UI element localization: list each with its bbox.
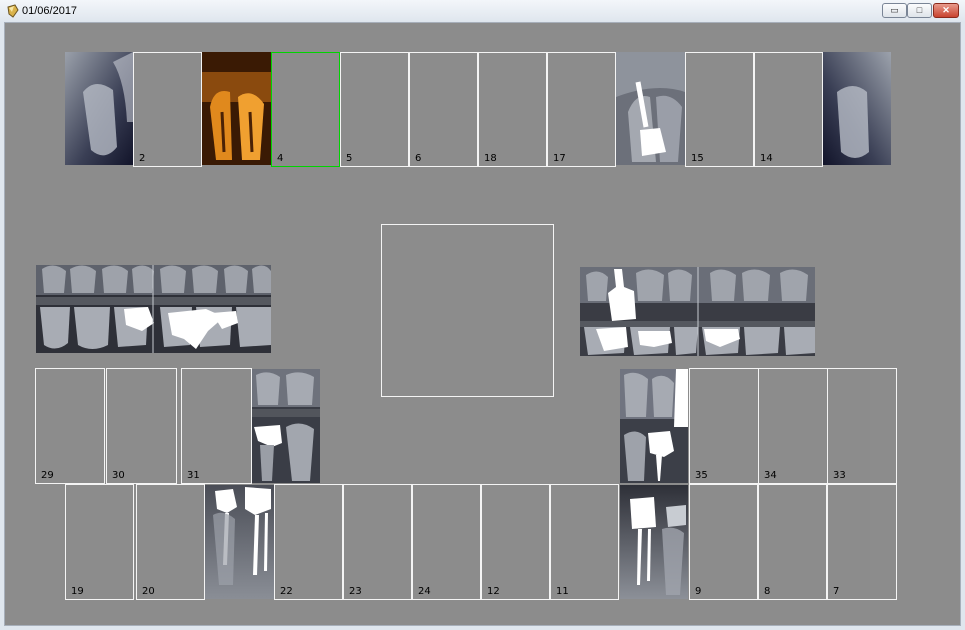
- tooth-slot-20[interactable]: 20: [136, 484, 205, 600]
- tooth-number: 29: [41, 470, 54, 481]
- tooth-number: 4: [277, 153, 284, 164]
- tooth-slot-33[interactable]: 33: [827, 368, 897, 484]
- xray-image-lower-right-molar-rct[interactable]: [205, 485, 274, 599]
- tooth-slot-14[interactable]: 14: [754, 52, 823, 167]
- xray-image-upper-right-molar[interactable]: [65, 52, 133, 165]
- tooth-number: 35: [695, 470, 708, 481]
- tooth-number: 20: [142, 586, 155, 597]
- tooth-number: 23: [349, 586, 362, 597]
- tooth-slot-29[interactable]: 29: [35, 368, 105, 484]
- tooth-number: 31: [187, 470, 200, 481]
- tooth-slot-24[interactable]: 24: [412, 484, 481, 600]
- center-preview-area[interactable]: [381, 224, 554, 397]
- tooth-slot-34[interactable]: 34: [758, 368, 828, 484]
- tooth-number: 9: [695, 586, 702, 597]
- tooth-slot-8[interactable]: 8: [758, 484, 827, 600]
- bitewing-xray-left[interactable]: [36, 265, 271, 353]
- tooth-chart-area: 2 4 5 6 18 17 15 14 29 30 31 35 34 33 19…: [4, 22, 961, 626]
- tooth-slot-23[interactable]: 23: [343, 484, 412, 600]
- tooth-number: 12: [487, 586, 500, 597]
- tooth-slot-19[interactable]: 19: [65, 484, 134, 600]
- tooth-slot-30[interactable]: 30: [106, 368, 177, 484]
- tooth-slot-9[interactable]: 9: [689, 484, 758, 600]
- tooth-slot-4[interactable]: 4: [271, 52, 340, 167]
- tooth-slot-35[interactable]: 35: [689, 368, 759, 484]
- xray-image-colorized[interactable]: [202, 52, 271, 165]
- minimize-button[interactable]: ▭: [882, 3, 907, 18]
- tooth-slot-31[interactable]: 31: [181, 368, 252, 484]
- tooth-number: 22: [280, 586, 293, 597]
- tooth-number: 15: [691, 153, 704, 164]
- tooth-number: 2: [139, 153, 146, 164]
- tooth-number: 17: [553, 153, 566, 164]
- xray-image-upper-left-molar[interactable]: [823, 52, 891, 165]
- tooth-slot-17[interactable]: 17: [547, 52, 616, 167]
- bitewing-xray-right[interactable]: [580, 267, 815, 356]
- tooth-slot-6[interactable]: 6: [409, 52, 478, 167]
- tooth-number: 34: [764, 470, 777, 481]
- tooth-number: 5: [346, 153, 353, 164]
- tooth-number: 30: [112, 470, 125, 481]
- maximize-button[interactable]: □: [907, 3, 932, 18]
- tooth-number: 7: [833, 586, 840, 597]
- tooth-number: 6: [415, 153, 422, 164]
- tooth-number: 19: [71, 586, 84, 597]
- window-title: 01/06/2017: [22, 5, 78, 17]
- tooth-slot-5[interactable]: 5: [340, 52, 409, 167]
- xray-image-upper-left-crown[interactable]: [616, 52, 685, 165]
- tooth-number: 14: [760, 153, 773, 164]
- tooth-slot-12[interactable]: 12: [481, 484, 550, 600]
- tooth-number: 33: [833, 470, 846, 481]
- tooth-number: 11: [556, 586, 569, 597]
- xray-image-lower-left-molar-rct[interactable]: [620, 485, 688, 599]
- tooth-slot-11[interactable]: 11: [550, 484, 619, 600]
- tooth-number: 8: [764, 586, 771, 597]
- tooth-slot-7[interactable]: 7: [827, 484, 897, 600]
- tooth-number: 24: [418, 586, 431, 597]
- xray-image-lower-left-crown[interactable]: [620, 369, 688, 483]
- tooth-slot-18[interactable]: 18: [478, 52, 547, 167]
- tooth-slot-22[interactable]: 22: [274, 484, 343, 600]
- xray-image-lower-right-premolar[interactable]: [252, 369, 320, 483]
- tooth-slot-2[interactable]: 2: [133, 52, 202, 167]
- tooth-slot-15[interactable]: 15: [685, 52, 754, 167]
- app-icon: [7, 4, 19, 18]
- tooth-number: 18: [484, 153, 497, 164]
- title-bar[interactable]: 01/06/2017 ▭ □ ✕: [0, 0, 965, 22]
- close-button[interactable]: ✕: [933, 3, 959, 18]
